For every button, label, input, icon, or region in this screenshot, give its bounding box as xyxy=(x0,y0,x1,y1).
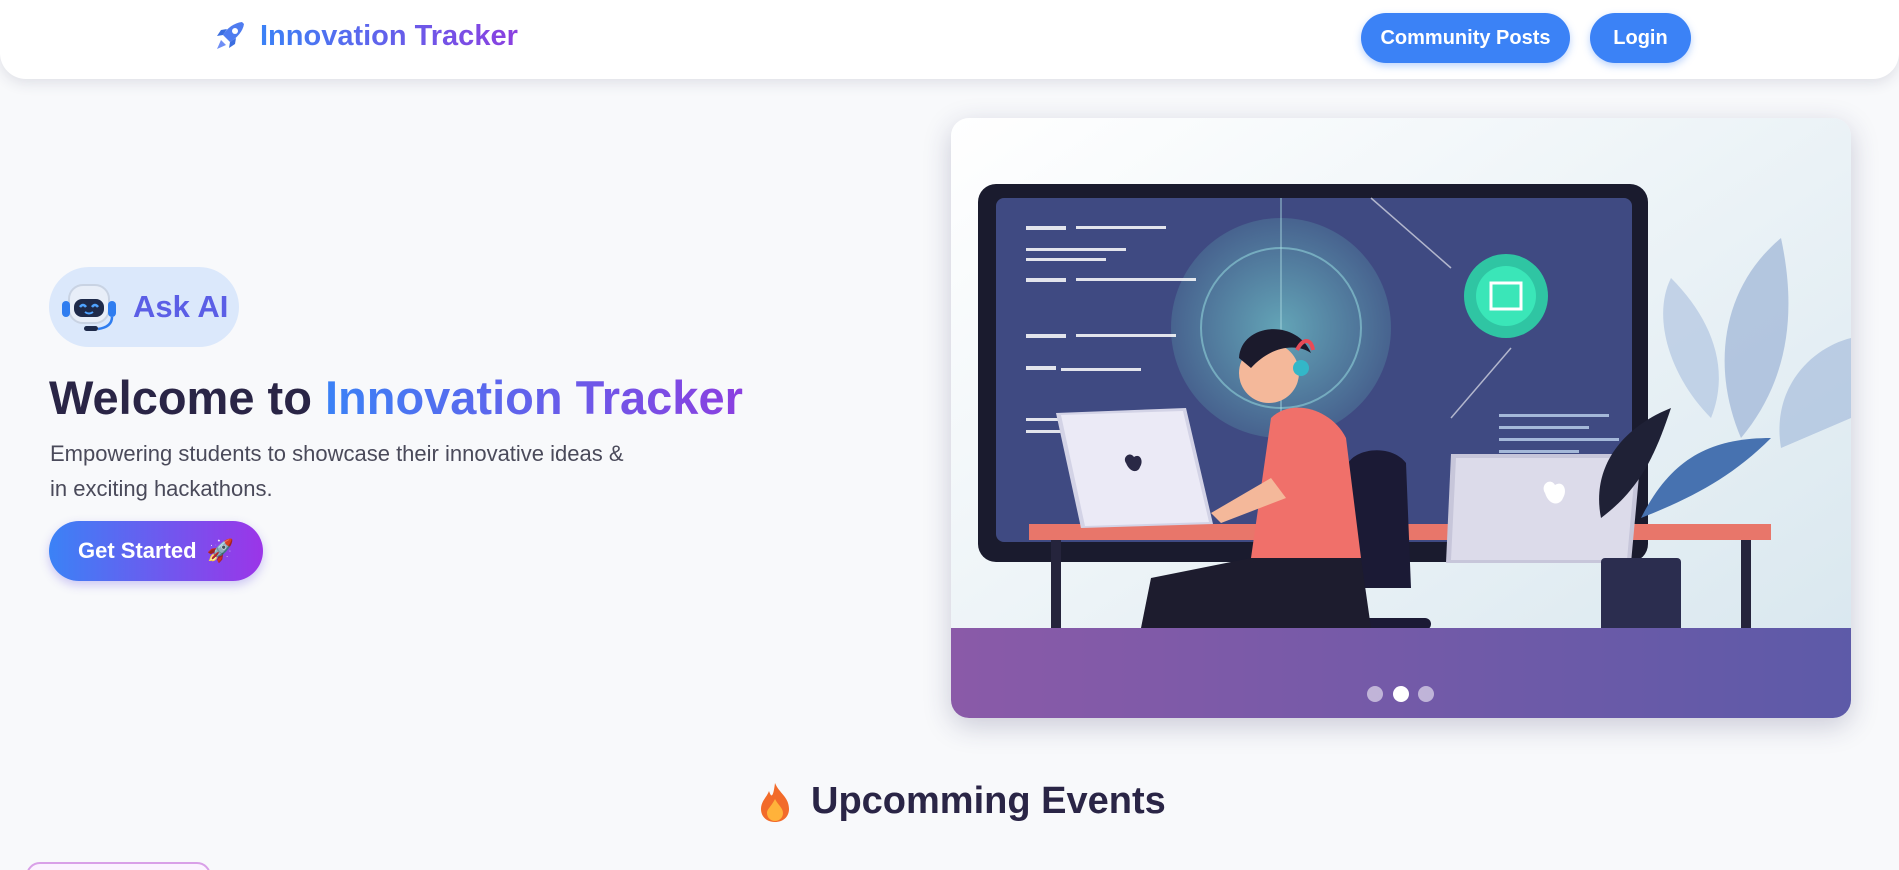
brand[interactable]: Innovation Tracker xyxy=(212,18,518,54)
hero-subtitle-line2: in exciting hackathons. xyxy=(50,476,273,501)
carousel-dot-3[interactable] xyxy=(1418,686,1434,702)
community-posts-button[interactable]: Community Posts xyxy=(1361,13,1570,63)
robot-icon xyxy=(62,284,116,331)
event-card[interactable] xyxy=(26,862,211,870)
get-started-button[interactable]: Get Started 🚀 xyxy=(49,521,263,581)
ask-ai-label: Ask AI xyxy=(133,289,229,324)
hero-subtitle-line1: Empowering students to showcase their in… xyxy=(50,441,624,466)
navbar: Innovation Tracker Community Posts Login xyxy=(0,0,1899,79)
brand-title: Innovation Tracker xyxy=(260,19,518,52)
rocket-emoji-icon: 🚀 xyxy=(206,538,234,563)
fire-icon xyxy=(761,782,789,822)
ask-ai-button[interactable]: Ask AI xyxy=(49,267,239,347)
login-button[interactable]: Login xyxy=(1590,13,1691,63)
events-title: Upcomming Events xyxy=(811,780,1166,822)
hero-title-prefix: Welcome to xyxy=(49,371,325,424)
hero-subtitle: Empowering students to showcase their in… xyxy=(50,436,670,506)
carousel-dot-2[interactable] xyxy=(1393,686,1409,702)
carousel-dot-1[interactable] xyxy=(1367,686,1383,702)
hero-title: Welcome to Innovation Tracker xyxy=(49,370,743,425)
hero-title-highlight: Innovation Tracker xyxy=(324,371,743,424)
rocket-icon xyxy=(217,22,244,49)
hero-carousel[interactable] xyxy=(951,118,1851,718)
get-started-label: Get Started xyxy=(78,538,197,563)
carousel-slide-image xyxy=(951,118,1851,718)
events-header: Upcomming Events xyxy=(757,780,1166,823)
